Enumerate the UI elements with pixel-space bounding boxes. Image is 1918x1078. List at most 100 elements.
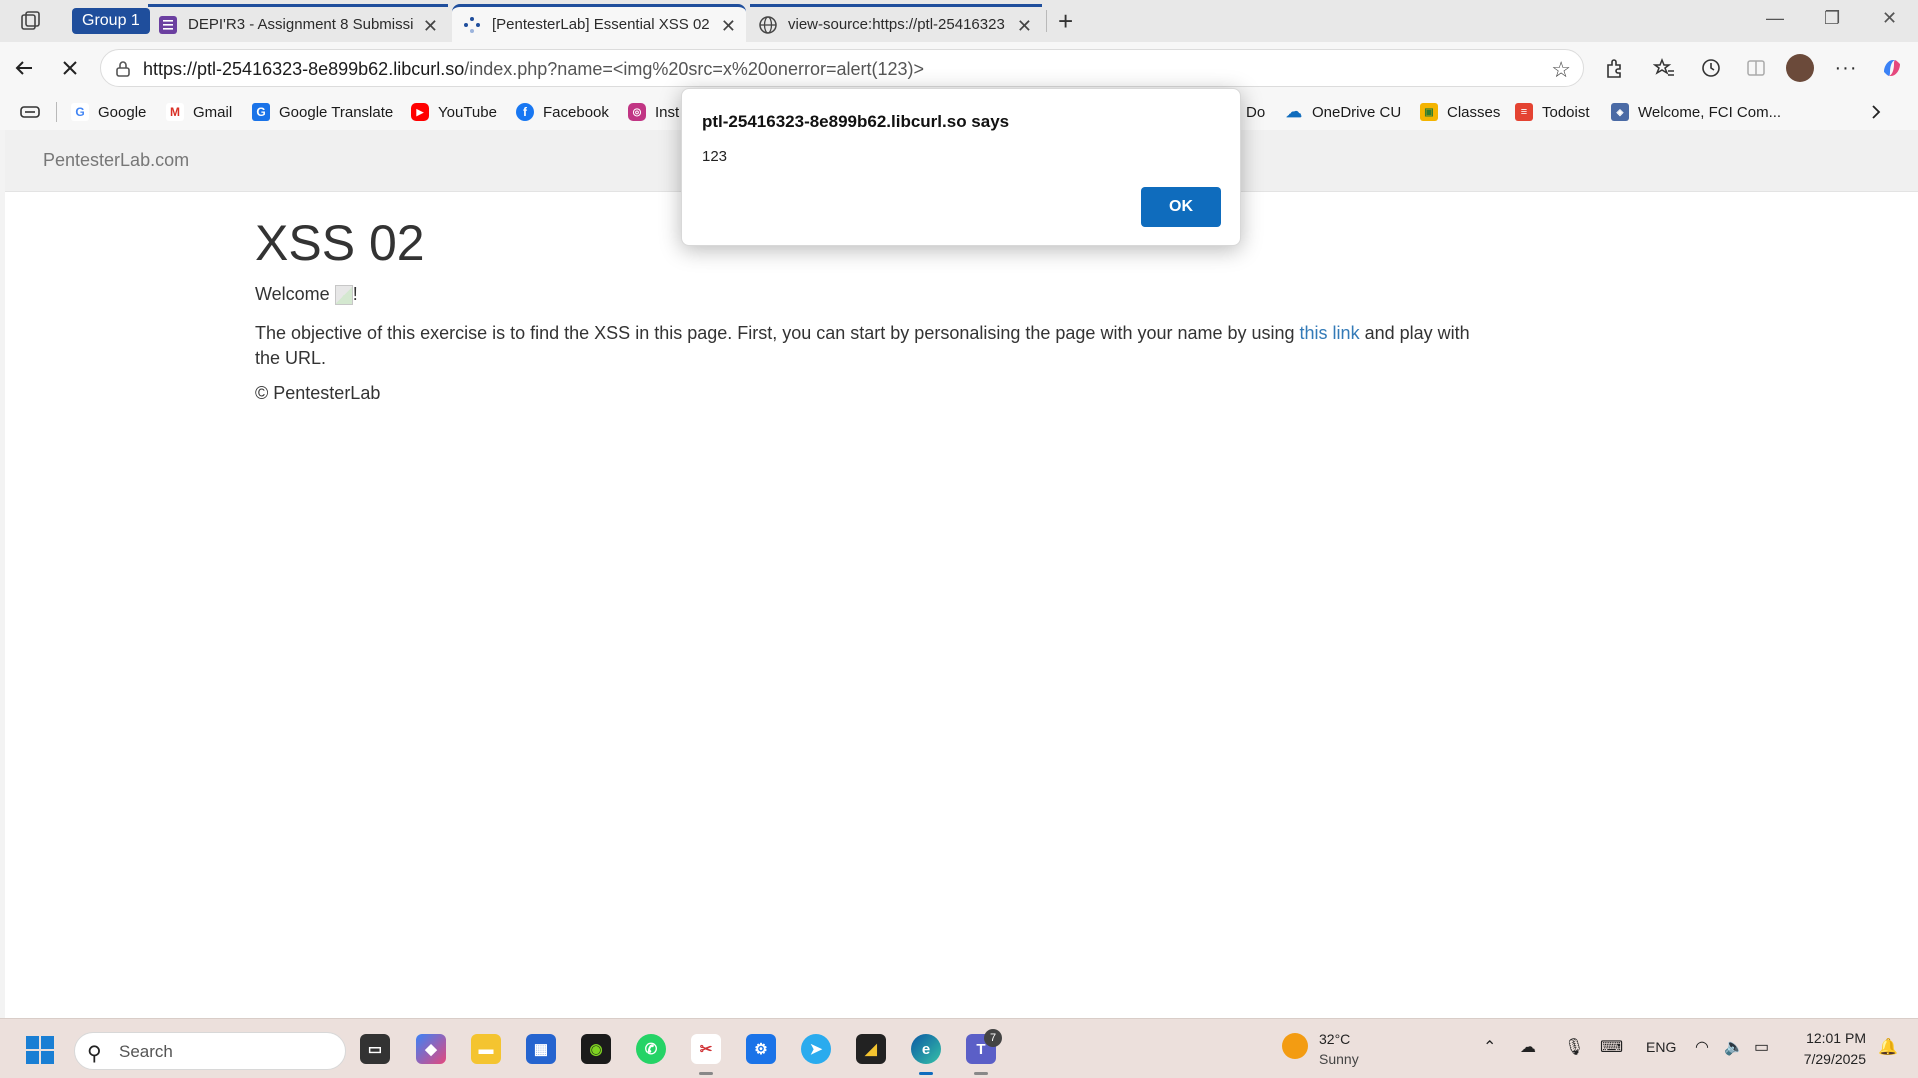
- tab-title: [PentesterLab] Essential XSS 02: [492, 16, 710, 33]
- notifications-icon[interactable]: 🔔: [1878, 1037, 1898, 1057]
- collections-icon[interactable]: [19, 102, 41, 122]
- favorite-youtube[interactable]: ▶ YouTube: [411, 100, 497, 124]
- address-bar[interactable]: https://ptl-25416323-8e899b62.libcurl.so…: [100, 49, 1584, 87]
- favbar-separator: [56, 102, 57, 122]
- whatsapp-icon[interactable]: ✆: [636, 1034, 666, 1064]
- wifi-icon[interactable]: ◠: [1695, 1037, 1709, 1057]
- url-text[interactable]: https://ptl-25416323-8e899b62.libcurl.so…: [143, 59, 924, 80]
- clock-time[interactable]: 12:01 PM: [1806, 1030, 1866, 1046]
- history-icon[interactable]: [1697, 54, 1725, 82]
- taskbar: ⚲ Search ▭ ◆ ▬ ▦ ◉ ✆ ✂ ⚙ ➤ ◢ e T 7 32°C …: [0, 1018, 1918, 1078]
- tab-xss02[interactable]: [PentesterLab] Essential XSS 02 ✕: [452, 4, 746, 42]
- favorite-classes[interactable]: ▣ Classes: [1420, 100, 1500, 124]
- todoist-icon: ≡: [1515, 103, 1533, 121]
- running-indicator: [699, 1072, 713, 1075]
- extensions-icon[interactable]: [1600, 54, 1628, 82]
- favorite-label: Do: [1246, 103, 1266, 121]
- copyright-footer: © PentesterLab: [255, 383, 381, 403]
- back-button[interactable]: [10, 54, 38, 82]
- weather-condition[interactable]: Sunny: [1319, 1051, 1359, 1067]
- close-tab-icon[interactable]: ✕: [1017, 16, 1032, 37]
- favorite-todoist[interactable]: ≡ Todoist: [1515, 100, 1590, 124]
- chevron-up-icon[interactable]: ⌃: [1483, 1037, 1496, 1057]
- favorite-google[interactable]: G Google: [71, 100, 146, 124]
- welcome-suffix: !: [352, 284, 358, 304]
- copilot-app-icon[interactable]: ◆: [416, 1034, 446, 1064]
- snipping-tool-icon[interactable]: ✂: [691, 1034, 721, 1064]
- teams-badge: 7: [984, 1029, 1002, 1047]
- translate-icon: G: [252, 103, 270, 121]
- welcome-text: Welcome: [255, 284, 330, 304]
- url-path: /index.php?name=<img%20src=x%20onerror=a…: [464, 59, 925, 79]
- tab-title: view-source:https://ptl-25416323: [788, 16, 1005, 33]
- description-text: The objective of this exercise is to fin…: [255, 323, 1300, 343]
- favorite-label: Google: [98, 103, 147, 121]
- favorites-icon[interactable]: [1650, 54, 1678, 82]
- more-menu-icon[interactable]: ···: [1832, 54, 1860, 82]
- tab-group-chip[interactable]: Group 1: [72, 8, 150, 34]
- favorite-instagram[interactable]: ◎ Inst: [628, 100, 679, 124]
- favorite-facebook[interactable]: f Facebook: [516, 100, 609, 124]
- keyboard-icon[interactable]: ⌨: [1600, 1037, 1623, 1057]
- globe-icon: [759, 15, 777, 34]
- stop-x-icon: [63, 61, 77, 75]
- sun-icon[interactable]: [1282, 1033, 1308, 1059]
- microphone-icon[interactable]: 🎙: [1564, 1037, 1584, 1057]
- stop-loading-button[interactable]: [56, 54, 84, 82]
- onedrive-tray-icon[interactable]: ☁: [1520, 1037, 1536, 1057]
- favorite-label: YouTube: [438, 103, 497, 121]
- brand-link[interactable]: PentesterLab.com: [43, 150, 189, 171]
- split-screen-icon[interactable]: [1742, 54, 1770, 82]
- copilot-icon[interactable]: [1878, 54, 1906, 82]
- edge-icon[interactable]: e: [911, 1034, 941, 1064]
- favorite-label: Gmail: [193, 103, 233, 121]
- welcome-line: Welcome !: [255, 284, 1485, 305]
- battery-icon[interactable]: ▭: [1754, 1037, 1769, 1057]
- volume-icon[interactable]: 🔈: [1724, 1037, 1744, 1057]
- favorite-todo[interactable]: Do: [1246, 100, 1265, 124]
- favorite-google-translate[interactable]: G Google Translate: [252, 100, 393, 124]
- telegram-icon[interactable]: ➤: [801, 1034, 831, 1064]
- favorite-fci[interactable]: ◈ Welcome, FCI Com...: [1611, 100, 1781, 124]
- minimize-button[interactable]: —: [1766, 8, 1784, 29]
- app-circle-icon[interactable]: ◉: [581, 1034, 611, 1064]
- task-view-icon[interactable]: ▭: [360, 1034, 390, 1064]
- favorite-label: OneDrive CU: [1312, 103, 1402, 121]
- close-tab-icon[interactable]: ✕: [721, 16, 736, 37]
- favorite-star-icon[interactable]: ☆: [1551, 57, 1571, 83]
- search-placeholder: Search: [119, 1042, 173, 1061]
- workspaces-icon[interactable]: [19, 9, 43, 33]
- ok-button[interactable]: OK: [1141, 187, 1221, 227]
- chevron-right-icon[interactable]: [1868, 104, 1884, 120]
- file-explorer-icon[interactable]: ▬: [471, 1034, 501, 1064]
- url-host: https://ptl-25416323-8e899b62.libcurl.so: [143, 59, 465, 79]
- alert-message: 123: [702, 148, 728, 165]
- loading-icon: [464, 16, 480, 33]
- close-window-button[interactable]: ✕: [1882, 8, 1897, 29]
- tab-view-source[interactable]: view-source:https://ptl-25416323 ✕: [750, 4, 1042, 42]
- store-icon[interactable]: ▦: [526, 1034, 556, 1064]
- tab-strip: Group 1 DEPI'R3 - Assignment 8 Submissio…: [0, 0, 1918, 42]
- tab-title: DEPI'R3 - Assignment 8 Submissio: [188, 16, 413, 33]
- favorite-label: Classes: [1447, 103, 1501, 121]
- close-tab-icon[interactable]: ✕: [423, 16, 438, 37]
- restore-button[interactable]: ❐: [1824, 8, 1840, 29]
- favorite-gmail[interactable]: M Gmail: [166, 100, 232, 124]
- taskbar-search[interactable]: ⚲ Search: [74, 1032, 346, 1070]
- browser-toolbar: https://ptl-25416323-8e899b62.libcurl.so…: [0, 42, 1918, 94]
- clock-date[interactable]: 7/29/2025: [1804, 1051, 1866, 1067]
- site-info-icon[interactable]: [113, 59, 133, 79]
- alert-dialog: ptl-25416323-8e899b62.libcurl.so says 12…: [681, 88, 1241, 246]
- language-indicator[interactable]: ENG: [1646, 1039, 1676, 1055]
- this-link[interactable]: this link: [1300, 323, 1360, 343]
- sticky-notes-icon[interactable]: ◢: [856, 1034, 886, 1064]
- favorite-label: Facebook: [543, 103, 609, 121]
- broken-image-icon: [334, 284, 353, 305]
- settings-app-icon[interactable]: ⚙: [746, 1034, 776, 1064]
- favorite-onedrive[interactable]: ☁ OneDrive CU: [1285, 100, 1401, 124]
- tab-assignment[interactable]: DEPI'R3 - Assignment 8 Submissio ✕: [148, 4, 448, 42]
- profile-avatar[interactable]: [1786, 54, 1814, 82]
- windows-start-icon[interactable]: [26, 1036, 54, 1064]
- new-tab-button[interactable]: +: [1058, 6, 1073, 37]
- weather-temperature[interactable]: 32°C: [1319, 1031, 1350, 1047]
